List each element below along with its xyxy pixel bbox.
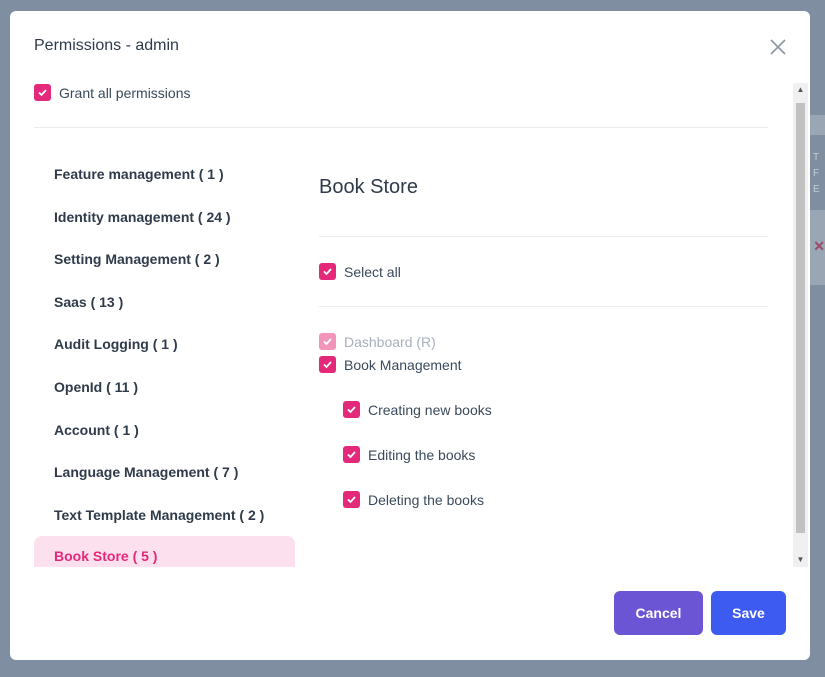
background-text-fragment: F	[813, 168, 820, 179]
background-text: T F E	[813, 150, 825, 198]
sidebar-item-openid[interactable]: OpenId ( 11 )	[34, 367, 295, 407]
modal-title: Permissions - admin	[34, 37, 179, 54]
dashboard-label: Dashboard (R)	[344, 333, 436, 350]
select-all-checkbox[interactable]	[319, 263, 336, 280]
permissions-modal: Permissions - admin Grant all permission…	[10, 11, 810, 660]
create-books-checkbox[interactable]	[343, 401, 360, 418]
sidebar-item-setting-management[interactable]: Setting Management ( 2 )	[34, 239, 295, 279]
permission-row-edit-books[interactable]: Editing the books	[343, 446, 475, 463]
delete-books-label: Deleting the books	[368, 491, 484, 508]
permission-row-book-management[interactable]: Book Management	[319, 356, 462, 373]
sidebar-item-feature-management[interactable]: Feature management ( 1 )	[34, 154, 295, 194]
sidebar-item-audit-logging[interactable]: Audit Logging ( 1 )	[34, 324, 295, 364]
grant-all-checkbox[interactable]	[34, 84, 51, 101]
close-icon[interactable]	[768, 37, 788, 57]
permission-row-delete-books[interactable]: Deleting the books	[343, 491, 484, 508]
divider	[34, 127, 768, 128]
grant-all-label: Grant all permissions	[59, 84, 191, 101]
permissions-scroll-area[interactable]: Feature management ( 1 ) Identity manage…	[34, 129, 794, 567]
background-close-icon: ✕	[813, 238, 825, 254]
sidebar-item-identity-management[interactable]: Identity management ( 24 )	[34, 197, 295, 237]
check-icon	[323, 361, 332, 369]
sidebar-item-account[interactable]: Account ( 1 )	[34, 410, 295, 450]
check-icon	[347, 406, 356, 414]
check-icon	[347, 496, 356, 504]
background-text-fragment: E	[813, 184, 820, 195]
sidebar-item-book-store[interactable]: Book Store ( 5 )	[34, 536, 295, 567]
vertical-scrollbar[interactable]: ▲ ▼	[793, 83, 808, 567]
select-all-label: Select all	[344, 263, 401, 280]
select-all-row[interactable]: Select all	[319, 263, 401, 280]
permission-row-dashboard: Dashboard (R)	[319, 333, 436, 350]
check-icon	[38, 89, 47, 97]
section-title: Book Store	[319, 176, 418, 198]
sidebar-item-saas[interactable]: Saas ( 13 )	[34, 282, 295, 322]
dashboard-checkbox	[319, 333, 336, 350]
book-management-checkbox[interactable]	[319, 356, 336, 373]
sidebar-item-language-management[interactable]: Language Management ( 7 )	[34, 452, 295, 492]
permission-row-create-books[interactable]: Creating new books	[343, 401, 492, 418]
scrollbar-thumb[interactable]	[796, 103, 805, 533]
cancel-button[interactable]: Cancel	[614, 591, 703, 635]
check-icon	[323, 268, 332, 276]
delete-books-checkbox[interactable]	[343, 491, 360, 508]
sidebar-item-text-template-management[interactable]: Text Template Management ( 2 )	[34, 495, 295, 535]
divider	[319, 306, 768, 307]
scroll-up-arrow-icon[interactable]: ▲	[793, 83, 808, 97]
edit-books-label: Editing the books	[368, 446, 476, 463]
check-icon	[323, 338, 332, 346]
divider	[319, 236, 768, 237]
book-management-label: Book Management	[344, 356, 462, 373]
save-button[interactable]: Save	[711, 591, 786, 635]
edit-books-checkbox[interactable]	[343, 446, 360, 463]
grant-all-row[interactable]: Grant all permissions	[34, 84, 191, 101]
check-icon	[347, 451, 356, 459]
create-books-label: Creating new books	[368, 401, 492, 418]
background-text-fragment: T	[813, 152, 820, 163]
backdrop-band	[810, 115, 825, 135]
scroll-down-arrow-icon[interactable]: ▼	[793, 553, 808, 567]
